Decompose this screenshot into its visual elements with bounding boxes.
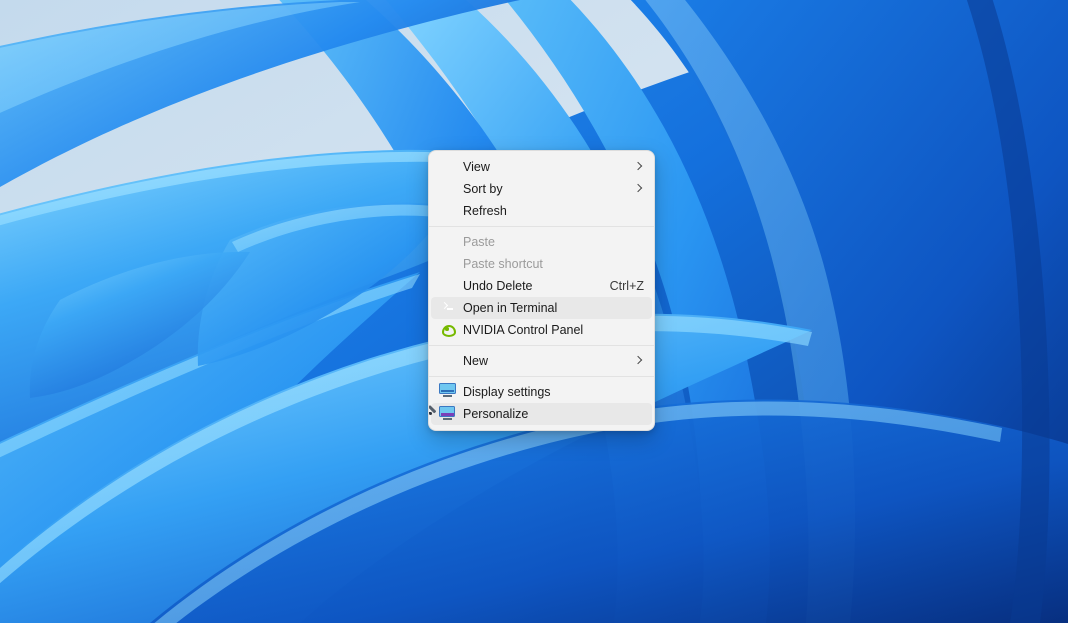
menu-item-shortcut: Ctrl+Z (609, 279, 644, 293)
chevron-right-icon (634, 184, 644, 194)
menu-separator (429, 376, 654, 377)
no-icon-spacer (439, 202, 457, 220)
menu-item-nvidia-control-panel[interactable]: NVIDIA Control Panel (431, 319, 652, 341)
menu-item-label: Paste (463, 235, 495, 249)
menu-item-label: Open in Terminal (463, 301, 558, 315)
menu-item-label: Paste shortcut (463, 257, 543, 271)
menu-item-label: New (463, 354, 489, 368)
monitor-brush-icon (429, 405, 457, 423)
menu-item-paste: Paste (431, 231, 652, 253)
menu-separator (429, 226, 654, 227)
chevron-right-icon (634, 162, 644, 172)
no-icon-spacer (439, 233, 457, 251)
menu-item-undo-delete[interactable]: Undo Delete Ctrl+Z (431, 275, 652, 297)
nvidia-icon (439, 321, 457, 339)
menu-item-label: NVIDIA Control Panel (463, 323, 584, 337)
menu-item-refresh[interactable]: Refresh (431, 200, 652, 222)
no-icon-spacer (439, 158, 457, 176)
menu-item-label: Sort by (463, 182, 503, 196)
terminal-icon (439, 299, 457, 317)
menu-item-new[interactable]: New (431, 350, 652, 372)
menu-item-personalize[interactable]: Personalize (429, 403, 652, 425)
no-icon-spacer (439, 352, 457, 370)
no-icon-spacer (439, 180, 457, 198)
no-icon-spacer (439, 255, 457, 273)
menu-item-label: View (463, 160, 490, 174)
chevron-right-icon (634, 356, 644, 366)
desktop-context-menu[interactable]: View Sort by Refresh Paste Paste shortcut Und… (428, 150, 655, 431)
menu-separator (429, 345, 654, 346)
menu-item-open-in-terminal[interactable]: Open in Terminal (431, 297, 652, 319)
no-icon-spacer (439, 277, 457, 295)
desktop[interactable]: plotify ViewSort byRefreshPastePaste sho… (0, 0, 1068, 623)
menu-item-label: Display settings (463, 385, 551, 399)
menu-item-label: Undo Delete (463, 279, 533, 293)
menu-item-display-settings[interactable]: Display settings (431, 381, 652, 403)
menu-item-view[interactable]: View (431, 156, 652, 178)
menu-item-paste-shortcut: Paste shortcut (431, 253, 652, 275)
menu-item-sort-by[interactable]: Sort by (431, 178, 652, 200)
menu-item-label: Refresh (463, 204, 507, 218)
monitor-icon (439, 383, 457, 401)
menu-item-label: Personalize (463, 407, 529, 421)
